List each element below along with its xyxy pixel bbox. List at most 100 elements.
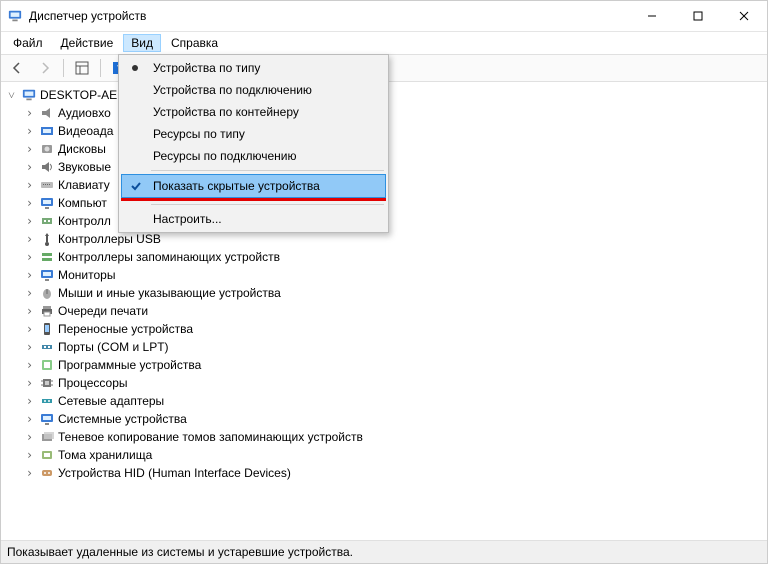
back-button[interactable] bbox=[5, 56, 29, 80]
menu-help[interactable]: Справка bbox=[163, 34, 226, 52]
tree-item[interactable]: › Теневое копирование томов запоминающих … bbox=[3, 428, 767, 446]
expand-icon[interactable]: › bbox=[23, 449, 36, 462]
view-resources-by-type[interactable]: Ресурсы по типу bbox=[121, 123, 386, 145]
computer-icon bbox=[21, 87, 37, 103]
tree-item[interactable]: › Процессоры bbox=[3, 374, 767, 392]
tree-item-label: Очереди печати bbox=[58, 302, 148, 320]
view-resources-by-connection[interactable]: Ресурсы по подключению bbox=[121, 145, 386, 167]
portable-icon bbox=[39, 321, 55, 337]
view-customize[interactable]: Настроить... bbox=[121, 208, 386, 230]
show-tree-button[interactable] bbox=[70, 56, 94, 80]
tree-item-label: Аудиовхо bbox=[58, 104, 111, 122]
video-icon bbox=[39, 123, 55, 139]
forward-button[interactable] bbox=[33, 56, 57, 80]
tree-item[interactable]: › Системные устройства bbox=[3, 410, 767, 428]
radio-icon bbox=[127, 60, 143, 76]
expand-icon[interactable]: › bbox=[23, 467, 36, 480]
tree-item[interactable]: › Переносные устройства bbox=[3, 320, 767, 338]
disk-icon bbox=[39, 141, 55, 157]
expand-icon[interactable]: › bbox=[23, 215, 36, 228]
menubar: Файл Действие Вид Справка bbox=[1, 32, 767, 54]
shadow-icon bbox=[39, 429, 55, 445]
menu-label: Устройства по подключению bbox=[153, 83, 312, 97]
expand-icon[interactable]: › bbox=[23, 287, 36, 300]
check-icon bbox=[128, 178, 144, 194]
titlebar: Диспетчер устройств bbox=[1, 1, 767, 32]
expand-icon[interactable]: › bbox=[23, 413, 36, 426]
view-devices-by-connection[interactable]: Устройства по подключению bbox=[121, 79, 386, 101]
tree-item-label: Сетевые адаптеры bbox=[58, 392, 164, 410]
view-show-hidden-devices[interactable]: Показать скрытые устройства bbox=[121, 174, 386, 198]
toolbar-separator bbox=[63, 59, 64, 77]
toolbar-separator bbox=[100, 59, 101, 77]
tree-item-label: Переносные устройства bbox=[58, 320, 193, 338]
expand-icon[interactable]: › bbox=[23, 305, 36, 318]
expand-icon[interactable]: › bbox=[23, 143, 36, 156]
tree-item-label: Видеоада bbox=[58, 122, 113, 140]
storage-icon bbox=[39, 249, 55, 265]
tree-item[interactable]: ›Мыши и иные указывающие устройства bbox=[3, 284, 767, 302]
app-icon bbox=[7, 8, 23, 24]
expand-icon[interactable]: › bbox=[23, 269, 36, 282]
menu-action[interactable]: Действие bbox=[53, 34, 122, 52]
keyboard-icon bbox=[39, 177, 55, 193]
menu-separator bbox=[151, 170, 384, 171]
tree-item-label: Теневое копирование томов запоминающих у… bbox=[58, 428, 363, 446]
expand-icon[interactable]: › bbox=[23, 377, 36, 390]
hid-icon bbox=[39, 465, 55, 481]
tree-item-label: Тома хранилища bbox=[58, 446, 152, 464]
expand-icon[interactable]: › bbox=[23, 179, 36, 192]
tree-item[interactable]: › Сетевые адаптеры bbox=[3, 392, 767, 410]
tree-item-label: Процессоры bbox=[58, 374, 128, 392]
tree-item[interactable]: ›Устройства HID (Human Interface Devices… bbox=[3, 464, 767, 482]
cpu-icon bbox=[39, 375, 55, 391]
tree-item-label: Системные устройства bbox=[58, 410, 187, 428]
tree-item-label: Контролл bbox=[58, 212, 111, 230]
expand-icon[interactable]: › bbox=[23, 251, 36, 264]
expand-icon[interactable]: › bbox=[23, 233, 36, 246]
expand-icon[interactable]: ˅ bbox=[5, 89, 18, 102]
tree-item[interactable]: ›Мониторы bbox=[3, 266, 767, 284]
system-icon bbox=[39, 411, 55, 427]
menu-label: Показать скрытые устройства bbox=[153, 179, 320, 193]
mouse-icon bbox=[39, 285, 55, 301]
view-dropdown: Устройства по типу Устройства по подключ… bbox=[118, 54, 389, 233]
tree-item[interactable]: › Контроллеры запоминающих устройств bbox=[3, 248, 767, 266]
audio-icon bbox=[39, 105, 55, 121]
monitor-icon bbox=[39, 267, 55, 283]
tree-item-label: Клавиату bbox=[58, 176, 110, 194]
close-button[interactable] bbox=[721, 1, 767, 31]
expand-icon[interactable]: › bbox=[23, 341, 36, 354]
expand-icon[interactable]: › bbox=[23, 323, 36, 336]
computer-icon bbox=[39, 195, 55, 211]
tree-item[interactable]: › Порты (COM и LPT) bbox=[3, 338, 767, 356]
expand-icon[interactable]: › bbox=[23, 107, 36, 120]
minimize-button[interactable] bbox=[629, 1, 675, 31]
tree-item-label: Порты (COM и LPT) bbox=[58, 338, 169, 356]
expand-icon[interactable]: › bbox=[23, 197, 36, 210]
expand-icon[interactable]: › bbox=[23, 359, 36, 372]
menu-label: Настроить... bbox=[153, 212, 222, 226]
menu-view[interactable]: Вид bbox=[123, 34, 161, 52]
tree-item[interactable]: ›Программные устройства bbox=[3, 356, 767, 374]
maximize-button[interactable] bbox=[675, 1, 721, 31]
menu-label: Устройства по типу bbox=[153, 61, 260, 75]
expand-icon[interactable]: › bbox=[23, 161, 36, 174]
tree-item[interactable]: › Очереди печати bbox=[3, 302, 767, 320]
expand-icon[interactable]: › bbox=[23, 395, 36, 408]
statusbar: Показывает удаленные из системы и устаре… bbox=[1, 541, 767, 563]
menu-file[interactable]: Файл bbox=[5, 34, 51, 52]
view-devices-by-type[interactable]: Устройства по типу bbox=[121, 57, 386, 79]
ports-icon bbox=[39, 339, 55, 355]
tree-item-label: Контроллеры запоминающих устройств bbox=[58, 248, 280, 266]
statusbar-text: Показывает удаленные из системы и устаре… bbox=[7, 545, 353, 559]
expand-icon[interactable]: › bbox=[23, 125, 36, 138]
tree-item[interactable]: › Тома хранилища bbox=[3, 446, 767, 464]
expand-icon[interactable]: › bbox=[23, 431, 36, 444]
tree-item-label: Дисковы bbox=[58, 140, 106, 158]
controller-icon bbox=[39, 213, 55, 229]
window-title: Диспетчер устройств bbox=[29, 9, 146, 23]
view-devices-by-container[interactable]: Устройства по контейнеру bbox=[121, 101, 386, 123]
highlight-underline bbox=[121, 198, 386, 201]
menu-label: Ресурсы по подключению bbox=[153, 149, 296, 163]
